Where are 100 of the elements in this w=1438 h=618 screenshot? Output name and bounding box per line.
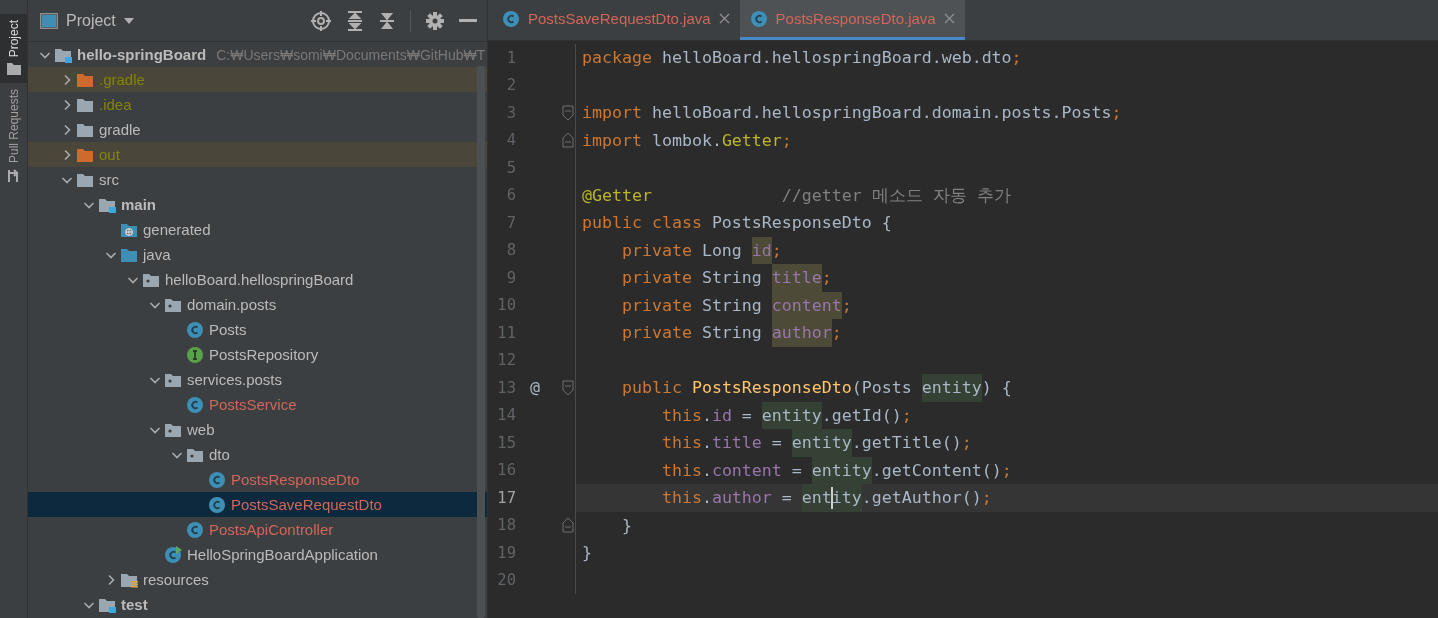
class-icon xyxy=(186,395,204,414)
code-text: String xyxy=(701,322,763,344)
folder-icon xyxy=(6,63,21,76)
close-icon[interactable] xyxy=(718,13,730,24)
tree-item-label: hello-springBoard xyxy=(77,46,207,63)
code-text: . xyxy=(701,432,712,454)
line-number: 16 xyxy=(496,461,516,480)
tree-item[interactable]: PostsApiController xyxy=(28,517,487,542)
close-icon[interactable] xyxy=(943,13,955,24)
minimize-icon[interactable] xyxy=(459,18,477,23)
semicolon: ; xyxy=(981,487,992,509)
window-icon xyxy=(40,12,58,29)
scrollbar[interactable] xyxy=(477,66,485,618)
fold-end-icon[interactable] xyxy=(562,132,574,149)
tree-item-label: gradle xyxy=(99,121,141,138)
tree-item-label: Posts xyxy=(209,321,247,338)
code-text: lombok. xyxy=(651,129,722,152)
caret-icon xyxy=(123,17,134,24)
tree-item[interactable]: PostsSaveRequestDto xyxy=(28,492,487,517)
project-path: C:₩Users₩somi₩Documents₩GitHub₩T xyxy=(216,46,486,63)
keyword: import xyxy=(582,129,643,152)
project-view-dropdown[interactable]: Project xyxy=(40,11,134,30)
keyword: public xyxy=(620,377,683,399)
tree-item-label: PostsRepository xyxy=(209,346,319,363)
tree-item[interactable]: PostsRepository xyxy=(28,342,487,367)
module-folder-icon xyxy=(98,196,116,213)
code-text: } xyxy=(582,542,592,564)
constructor-name: PostsResponseDto xyxy=(691,377,852,399)
tree-item[interactable]: web xyxy=(28,417,487,442)
class-icon xyxy=(502,9,520,28)
tree-item-label: helloBoard.hellospringBoard xyxy=(165,271,354,288)
code-text: = xyxy=(780,487,793,509)
folder-icon xyxy=(76,146,94,163)
tree-item[interactable]: PostsResponseDto xyxy=(28,467,487,492)
line-number: 20 xyxy=(496,571,516,590)
field-name: content xyxy=(711,459,782,482)
tree-item-label: .gradle xyxy=(99,71,145,88)
class-icon xyxy=(186,320,204,339)
tree-item-label: src xyxy=(99,171,119,188)
code-text: .getContent() xyxy=(871,459,1002,482)
tree-item[interactable]: helloBoard.hellospringBoard xyxy=(28,267,487,292)
tree-item[interactable]: services.posts xyxy=(28,367,487,392)
line-number: 6 xyxy=(505,186,516,205)
semicolon: ; xyxy=(771,239,782,262)
gutter-mark[interactable]: @ xyxy=(530,378,540,398)
tree-item-label: test xyxy=(121,596,148,613)
tree-item[interactable]: HelloSpringBoardApplication xyxy=(28,542,487,567)
code-text: .getId() xyxy=(821,404,902,427)
fold-icon[interactable] xyxy=(562,379,574,396)
package-icon xyxy=(164,371,182,388)
fold-icon[interactable] xyxy=(562,104,574,121)
tree-item[interactable]: PostsService xyxy=(28,392,487,417)
runnable-class-icon xyxy=(164,545,182,564)
line-number: 9 xyxy=(505,268,516,287)
line-number: 4 xyxy=(505,131,516,150)
tree-item[interactable]: hello-springBoard C:₩Users₩somi₩Documents₩GitHub₩T xyxy=(28,42,487,67)
fold-end-icon[interactable] xyxy=(562,517,574,534)
locate-icon[interactable] xyxy=(310,9,332,32)
tree-item[interactable]: generated xyxy=(28,217,487,242)
tree-item-label: main xyxy=(121,196,156,213)
code-text: = xyxy=(790,459,803,482)
tree-item[interactable]: main xyxy=(28,192,487,217)
package-icon xyxy=(186,446,204,463)
code-text: = xyxy=(770,432,783,454)
tool-window-tab[interactable]: Project xyxy=(0,14,27,84)
variable-name: ent xyxy=(801,484,832,512)
tree-item[interactable]: dto xyxy=(28,442,487,467)
field-name: id xyxy=(751,236,772,264)
tool-window-tab[interactable]: Pull Requests xyxy=(0,83,27,192)
folder-icon xyxy=(76,171,94,188)
editor-tab[interactable]: PostsSaveRequestDto.java xyxy=(492,0,740,40)
line-number: 13 xyxy=(496,378,516,397)
semicolon: ; xyxy=(841,294,852,317)
variable-name: ity xyxy=(831,484,862,512)
code-text: helloBoard.hellospringBoard.web.dto xyxy=(661,47,1012,69)
field-name: title xyxy=(711,432,762,454)
tree-item[interactable]: src xyxy=(28,167,487,192)
settings-icon[interactable] xyxy=(425,10,445,31)
tree-item[interactable]: java xyxy=(28,242,487,267)
line-number: 10 xyxy=(496,296,516,315)
expand-all-icon[interactable] xyxy=(346,9,364,32)
tree-item[interactable]: gradle xyxy=(28,117,487,142)
code-text: helloBoard.hellospringBoard.domain.posts.Posts xyxy=(651,102,1112,124)
resources-folder-icon xyxy=(120,571,138,588)
tree-item[interactable]: Posts xyxy=(28,317,487,342)
code-text: . xyxy=(701,487,712,509)
tree-item[interactable]: domain.posts xyxy=(28,292,487,317)
tree-item[interactable]: test xyxy=(28,592,487,617)
code-text: . xyxy=(701,404,712,427)
tree-item[interactable]: resources xyxy=(28,567,487,592)
semicolon: ; xyxy=(1011,47,1022,69)
interface-icon xyxy=(186,345,204,364)
keyword: private xyxy=(620,294,693,317)
code-text: .getAuthor() xyxy=(861,487,982,509)
semicolon: ; xyxy=(1111,102,1122,124)
code-text: .getTitle() xyxy=(851,432,962,454)
field-name: id xyxy=(711,404,732,427)
code-text: String xyxy=(701,294,763,317)
line-number: 3 xyxy=(505,103,516,122)
tree-item-label: HelloSpringBoardApplication xyxy=(187,546,378,563)
